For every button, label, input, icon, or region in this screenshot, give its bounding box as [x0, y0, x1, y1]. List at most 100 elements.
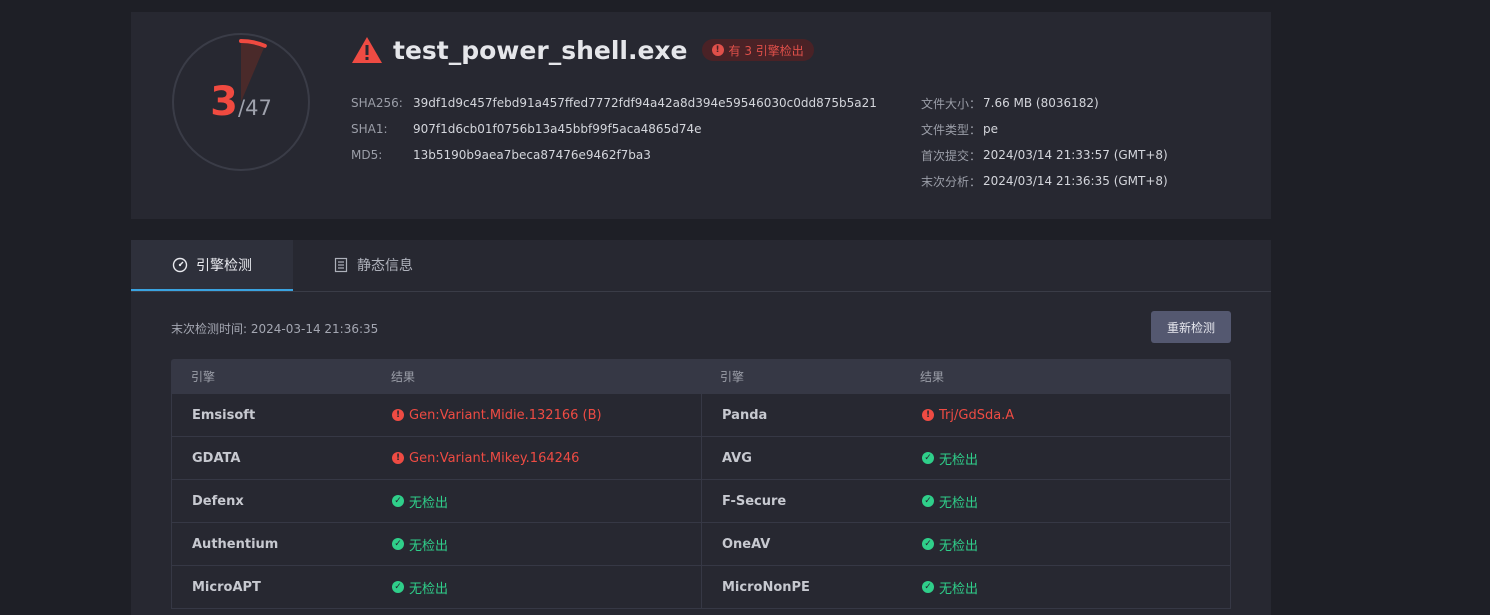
clean-result: ✓ 无检出	[392, 535, 448, 554]
result-text: 无检出	[409, 581, 449, 597]
clean-result: ✓ 无检出	[392, 492, 448, 511]
check-icon: ✓	[392, 495, 404, 507]
result-text: Trj/GdSda.A	[939, 407, 1015, 423]
table-row: GDATA! Gen:Variant.Mikey.164246 AVG ✓ 无检出	[171, 437, 1231, 480]
check-icon: ✓	[392, 538, 404, 550]
alert-icon: !	[392, 409, 404, 421]
badge-label: 有 3 引擎检出	[728, 43, 804, 58]
result-text: 无检出	[409, 495, 449, 511]
meta-key: 文件大小：	[921, 96, 982, 111]
engine-result: ✓ 无检出	[902, 480, 1211, 522]
detection-score: 3 /47	[171, 32, 311, 172]
check-icon: ✓	[392, 581, 404, 593]
engine-name: Panda	[722, 407, 768, 423]
engine-name: AVG	[722, 450, 752, 466]
detection-panel: 引擎检测 静态信息 末次检测时间: 2024-03-14 21:36:35 重新…	[131, 240, 1271, 615]
table-row: Emsisoft! Gen:Variant.Midie.132166 (B) Pan…	[171, 394, 1231, 437]
clean-result: ✓ 无检出	[922, 492, 978, 511]
hash-value[interactable]: 13b5190b9aea7beca87476e9462f7ba3	[413, 148, 651, 162]
clean-result: ✓ 无检出	[922, 578, 978, 597]
engine-name: Emsisoft	[192, 407, 256, 423]
meta-row-size: 文件大小： 7.66 MB (8036182)	[921, 90, 1168, 116]
meta-key: 末次分析：	[921, 174, 982, 189]
hash-key: MD5:	[351, 148, 383, 162]
file-name: test_power_shell.exe	[393, 35, 688, 65]
hash-value[interactable]: 39df1d9c457febd91a457ffed7772fdf94a42a8d…	[413, 96, 877, 110]
hash-key: SHA1:	[351, 122, 388, 136]
document-icon	[334, 257, 348, 273]
engine-name: OneAV	[722, 536, 771, 552]
detection-badge: ! 有 3 引擎检出	[701, 39, 814, 61]
hash-row-sha256: SHA256: 39df1d9c457febd91a457ffed7772fdf…	[351, 90, 877, 116]
meta-value: pe	[983, 122, 998, 136]
engine-table: 引擎 结果 引擎 结果 Emsisoft! Gen:Variant.Midie.1…	[171, 359, 1231, 609]
engine-name: GDATA	[192, 450, 241, 466]
check-icon: ✓	[922, 452, 934, 464]
header-result: 结果	[391, 370, 416, 384]
meta-row-type: 文件类型： pe	[921, 116, 1168, 142]
clean-result: ✓ 无检出	[922, 449, 978, 468]
engine-result: ✓ 无检出	[902, 437, 1211, 479]
hash-row-sha1: SHA1: 907f1d6cb01f0756b13a45bbf99f5aca48…	[351, 116, 877, 142]
check-icon: ✓	[922, 538, 934, 550]
detection-result: ! Trj/GdSda.A	[922, 408, 1014, 423]
engine-result: ✓ 无检出	[372, 523, 701, 565]
result-text: 无检出	[939, 581, 979, 597]
hash-list: SHA256: 39df1d9c457febd91a457ffed7772fdf…	[351, 90, 877, 168]
tab-label: 静态信息	[357, 258, 413, 274]
last-scan-time: 末次检测时间: 2024-03-14 21:36:35	[171, 322, 379, 336]
table-body: Emsisoft! Gen:Variant.Midie.132166 (B) Pan…	[171, 394, 1231, 609]
table-row: Authentium ✓ 无检出 OneAV ✓ 无检出	[171, 523, 1231, 566]
result-text: 无检出	[939, 452, 979, 468]
hash-value[interactable]: 907f1d6cb01f0756b13a45bbf99f5aca4865d74e	[413, 122, 701, 136]
engine-result: ! Gen:Variant.Mikey.164246	[372, 437, 701, 479]
engine-result: ✓ 无检出	[372, 566, 701, 608]
hash-row-md5: MD5: 13b5190b9aea7beca87476e9462f7ba3	[351, 142, 877, 168]
meta-value: 2024/03/14 21:33:57 (GMT+8)	[983, 148, 1168, 162]
detection-result: ! Gen:Variant.Mikey.164246	[392, 451, 579, 466]
detection-result: ! Gen:Variant.Midie.132166 (B)	[392, 408, 602, 423]
result-text: Gen:Variant.Midie.132166 (B)	[409, 407, 602, 423]
file-title-row: test_power_shell.exe ! 有 3 引擎检出	[351, 32, 814, 68]
engine-name: MicroAPT	[192, 579, 261, 595]
tab-bar: 引擎检测 静态信息	[131, 240, 1271, 292]
engine-name: Authentium	[192, 536, 279, 552]
check-icon: ✓	[922, 581, 934, 593]
result-text: Gen:Variant.Mikey.164246	[409, 450, 580, 466]
table-row: Defenx ✓ 无检出 F-Secure ✓ 无检出	[171, 480, 1231, 523]
alert-icon: !	[922, 409, 934, 421]
rescan-button[interactable]: 重新检测	[1151, 311, 1231, 343]
meta-value: 7.66 MB (8036182)	[983, 96, 1099, 110]
warning-icon	[352, 37, 382, 63]
clean-result: ✓ 无检出	[922, 535, 978, 554]
result-text: 无检出	[939, 495, 979, 511]
engine-name: MicroNonPE	[722, 579, 810, 595]
engine-total: /47	[238, 95, 272, 120]
meta-key: 首次提交：	[921, 148, 982, 163]
clean-result: ✓ 无检出	[392, 578, 448, 597]
detected-count: 3	[210, 79, 239, 125]
engine-result: ✓ 无检出	[902, 566, 1211, 608]
engine-name: Defenx	[192, 493, 244, 509]
table-header: 引擎 结果 引擎 结果	[171, 359, 1231, 394]
gauge-icon	[172, 257, 188, 272]
table-row: MicroAPT ✓ 无检出 MicroNonPE ✓ 无检出	[171, 566, 1231, 609]
file-meta-list: 文件大小： 7.66 MB (8036182) 文件类型： pe 首次提交： 2…	[921, 90, 1168, 194]
header-result: 结果	[920, 370, 945, 384]
alert-icon: !	[392, 452, 404, 464]
engine-result: ! Trj/GdSda.A	[902, 394, 1211, 436]
tab-engine-detection[interactable]: 引擎检测	[131, 240, 293, 291]
result-text: 无检出	[939, 538, 979, 554]
engine-result: ! Gen:Variant.Midie.132166 (B)	[372, 394, 701, 436]
file-summary-card: 3 /47 test_power_shell.exe ! 有 3 引擎检出 SH…	[131, 12, 1271, 219]
meta-row-first-submit: 首次提交： 2024/03/14 21:33:57 (GMT+8)	[921, 142, 1168, 168]
engine-result: ✓ 无检出	[372, 480, 701, 522]
alert-icon: !	[711, 44, 724, 56]
meta-key: 文件类型：	[921, 122, 982, 137]
engine-name: F-Secure	[722, 493, 787, 509]
header-engine: 引擎	[720, 370, 745, 384]
engine-result: ✓ 无检出	[902, 523, 1211, 565]
tab-static-info[interactable]: 静态信息	[333, 240, 413, 290]
tab-label: 引擎检测	[196, 257, 252, 274]
result-text: 无检出	[409, 538, 449, 554]
